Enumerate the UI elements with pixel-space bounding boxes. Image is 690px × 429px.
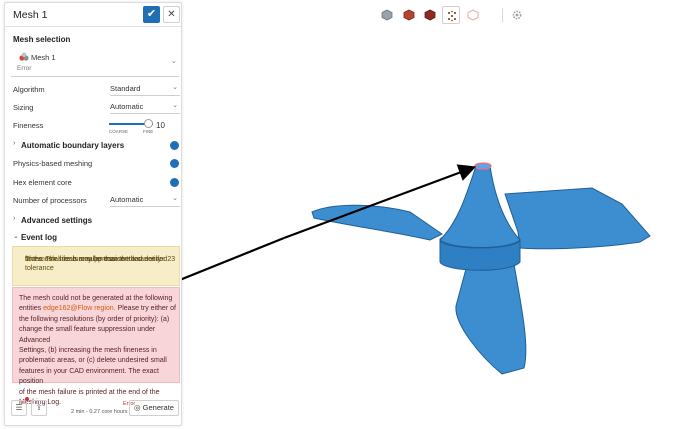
propeller-nose-cone: [439, 165, 521, 248]
list-icon: ☰: [15, 403, 23, 412]
sizing-select[interactable]: Automatic ⌄: [110, 102, 180, 114]
toolbar-divider: [502, 8, 503, 22]
generate-label: Generate: [142, 403, 174, 412]
footer-time: 2 min - 0.27 core hours: [71, 409, 128, 415]
event-log-heading[interactable]: Event log: [21, 233, 57, 242]
panel-header: Mesh 1 ✔ ✕: [5, 3, 181, 27]
error-log-entry: The mesh could not be generated at the f…: [12, 287, 180, 406]
cube-red-icon[interactable]: [400, 6, 418, 24]
warning-line: faces. The mesh may be coarser than desi…: [25, 256, 170, 263]
processors-select[interactable]: Automatic ⌄: [110, 195, 180, 207]
warning-log-entry: The mesh size is smaller than the cad en…: [12, 246, 180, 286]
mesh-item-name: Mesh 1: [31, 53, 56, 62]
error-line: features in your CAD environment. The ex…: [19, 367, 159, 386]
propeller-blade-left: [311, 204, 443, 241]
processors-label: Number of processors: [13, 196, 87, 205]
panel-footer: ☰ ⇪ Error 2 min - 0.27 core hours ◎ Gene…: [5, 397, 181, 425]
error-entity-link[interactable]: edge162@Flow region.: [43, 305, 116, 312]
fineness-value: 10: [156, 121, 165, 130]
warning-message: The mesh size is smaller than the cad en…: [19, 251, 177, 272]
error-line: Please try either of: [115, 305, 176, 313]
algorithm-label: Algorithm: [13, 85, 45, 94]
hex-outline-icon[interactable]: [464, 6, 482, 24]
chevron-down-icon: ⌄: [172, 102, 178, 109]
error-line: Settings, (b) increasing the mesh finene…: [19, 347, 157, 355]
chevron-down-icon: ⌄: [171, 58, 177, 65]
upload-icon: ⇪: [35, 403, 43, 412]
gear-icon[interactable]: [508, 6, 526, 24]
error-line: entities: [19, 305, 44, 313]
fineness-slider-handle[interactable]: [144, 119, 153, 128]
algorithm-select[interactable]: Standard ⌄: [110, 84, 180, 96]
mesh-selection-dropdown[interactable]: Mesh 1 Error ⌄: [11, 49, 179, 77]
error-indicator-dot: [25, 397, 29, 401]
boundary-layers-toggle[interactable]: [170, 141, 179, 150]
advanced-settings-label[interactable]: Advanced settings: [21, 216, 92, 225]
error-line: the following resolutions (by order of p…: [19, 315, 170, 323]
chevron-down-icon: ⌄: [172, 195, 178, 202]
mesh-selection-heading: Mesh selection: [13, 35, 71, 44]
generate-icon: ◎: [134, 403, 141, 412]
sizing-value: Automatic: [110, 102, 144, 111]
chevron-right-icon[interactable]: ›: [13, 215, 15, 222]
processors-value: Automatic: [110, 195, 144, 204]
dots-cube-icon[interactable]: [442, 6, 460, 24]
fineness-max-label: FINE: [143, 129, 154, 134]
close-icon: ✕: [167, 9, 176, 20]
highlighted-edge: [474, 162, 492, 170]
algorithm-value: Standard: [110, 84, 141, 93]
propeller-blade-right: [504, 187, 651, 250]
chevron-right-icon[interactable]: ›: [13, 140, 15, 147]
close-button[interactable]: ✕: [163, 6, 180, 23]
mesh-panel: Mesh 1 ✔ ✕ Mesh selection Mesh 1 Error ⌄…: [4, 2, 182, 426]
chevron-down-icon[interactable]: ⌄: [13, 232, 19, 240]
confirm-button[interactable]: ✔: [143, 6, 160, 23]
mesh-item-status: Error: [17, 65, 32, 72]
physics-meshing-label: Physics-based meshing: [13, 159, 93, 168]
list-log-button[interactable]: ☰: [11, 400, 27, 416]
fineness-label: Fineness: [13, 121, 44, 130]
hex-core-toggle[interactable]: [170, 178, 179, 187]
sizing-label: Sizing: [13, 103, 34, 112]
cube-dark-red-icon[interactable]: [421, 6, 439, 24]
box-icon[interactable]: [378, 6, 396, 24]
physics-meshing-toggle[interactable]: [170, 159, 179, 168]
error-line: of the mesh failure is printed at the en…: [19, 388, 160, 396]
mesh-icon: [19, 52, 29, 61]
upload-button[interactable]: ⇪: [31, 400, 47, 416]
propeller-blade-bottom: [455, 253, 527, 375]
error-line: The mesh could not be generated at the f…: [19, 295, 173, 302]
hex-core-label: Hex element core: [13, 178, 72, 187]
panel-title: Mesh 1: [13, 9, 48, 21]
generate-button[interactable]: ◎ Generate: [129, 400, 179, 416]
fineness-min-label: COARSE: [109, 129, 129, 134]
error-line: problematic areas, or (c) delete undesir…: [19, 357, 167, 365]
chevron-down-icon: ⌄: [172, 84, 178, 91]
error-line: change the small feature suppression und…: [19, 326, 156, 344]
error-message: The mesh could not be generated at the f…: [19, 294, 179, 408]
boundary-layers-label: Automatic boundary layers: [21, 141, 125, 150]
check-icon: ✔: [146, 8, 157, 20]
